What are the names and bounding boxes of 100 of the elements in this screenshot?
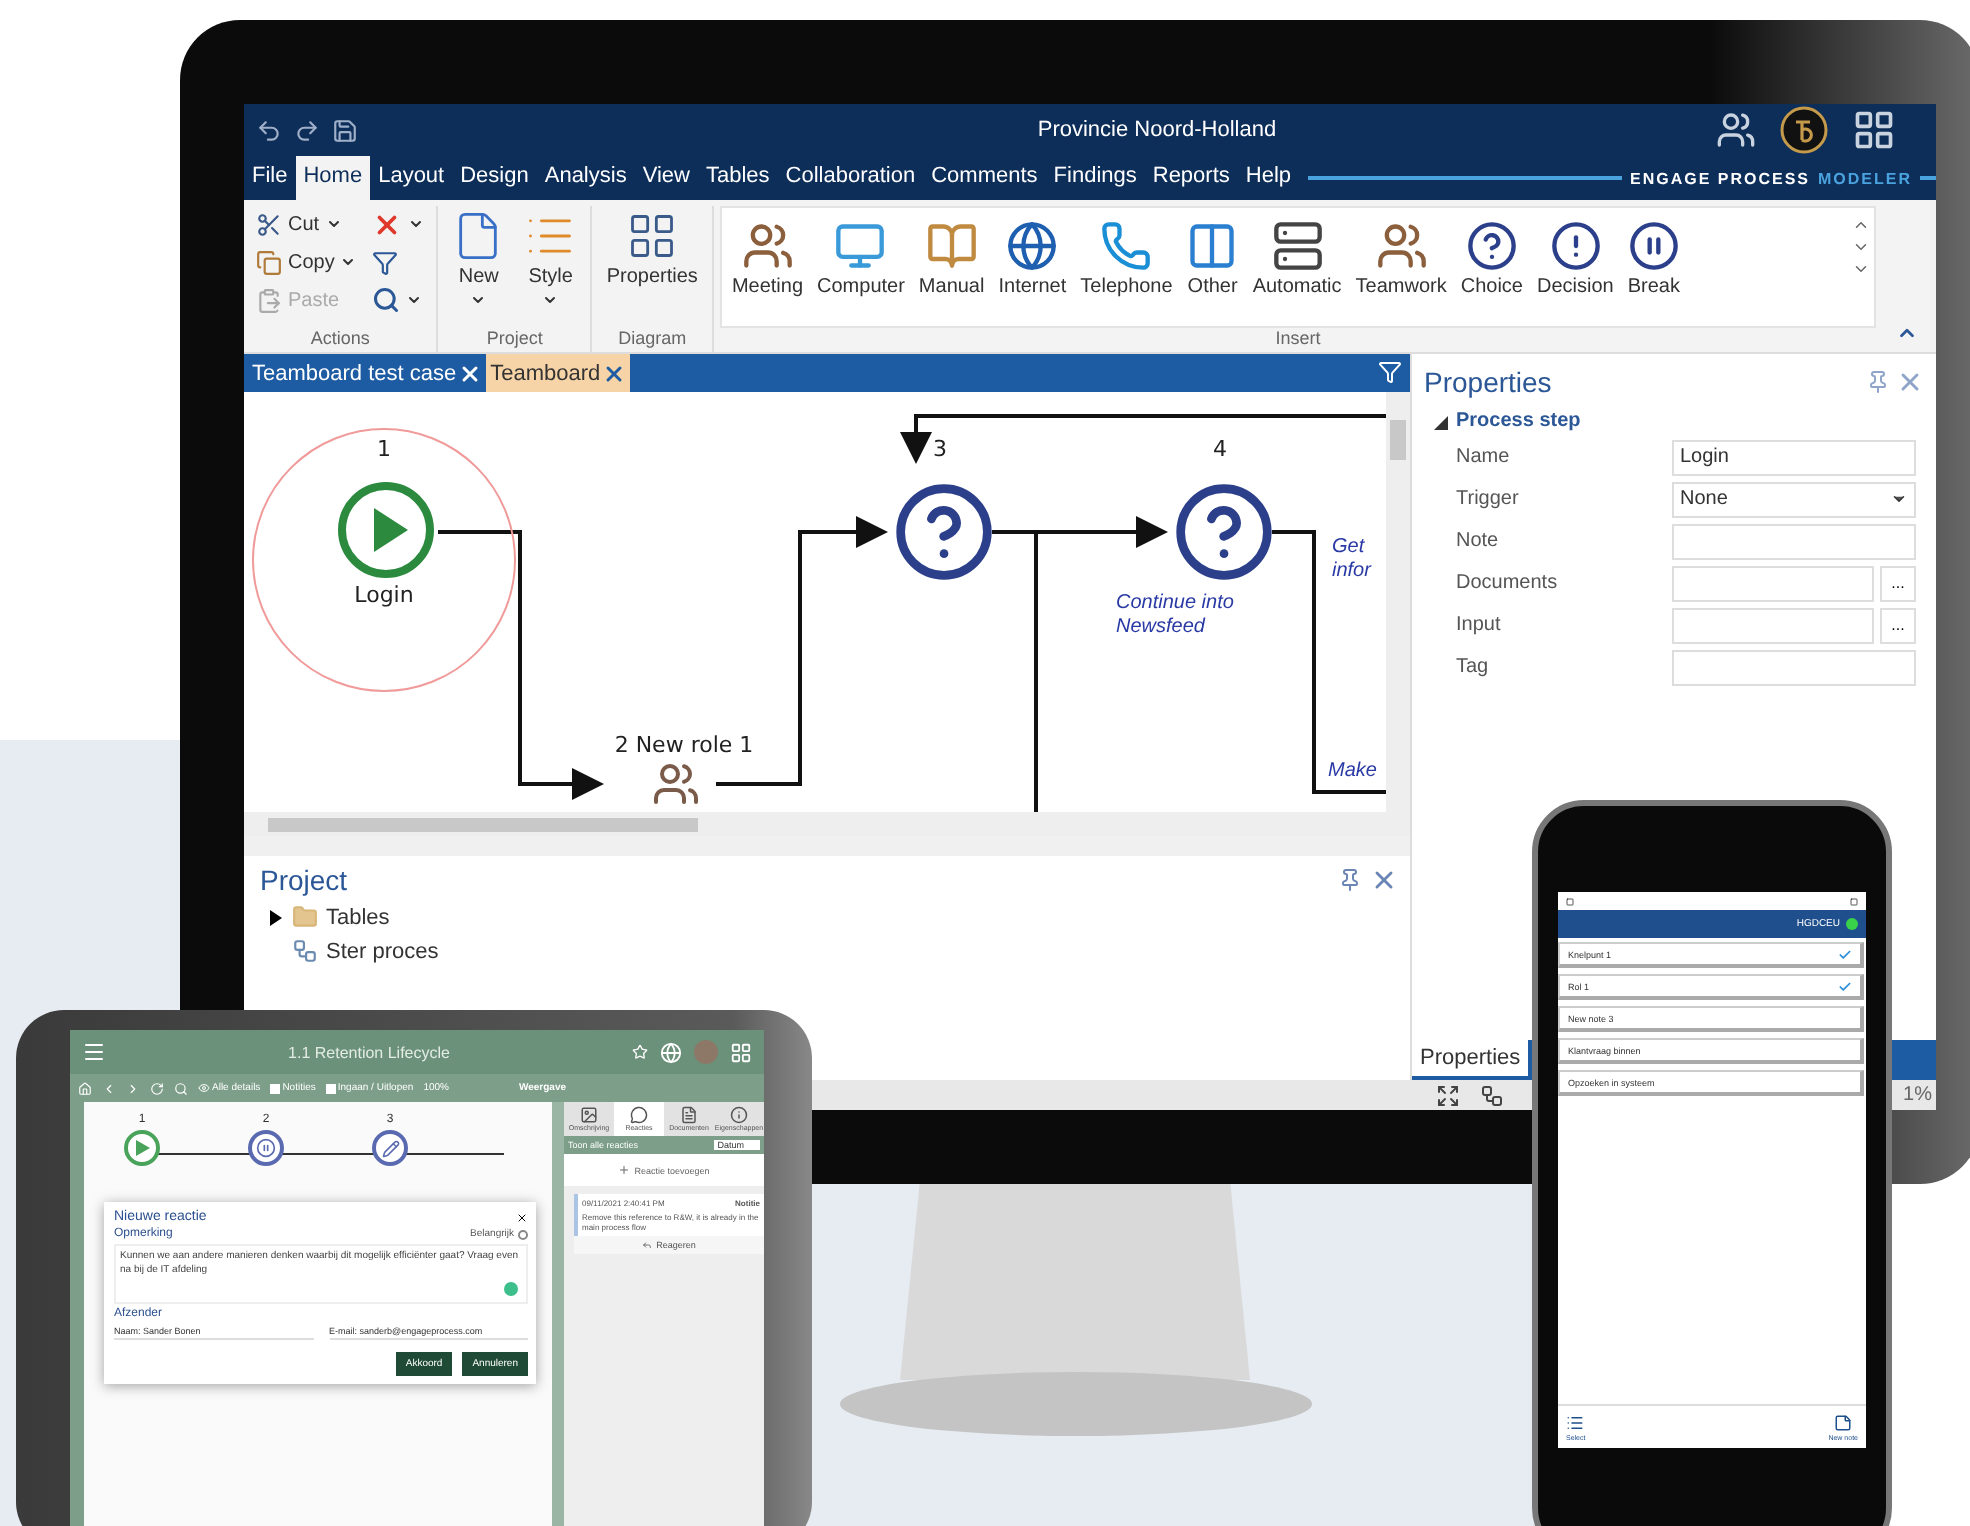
shape-button[interactable]: Computer <box>811 216 911 302</box>
question-icon[interactable] <box>892 480 996 584</box>
input-field[interactable]: Login <box>1672 439 1916 475</box>
panel-title: Properties <box>1424 366 1554 398</box>
panel-tab[interactable]: Properties <box>1412 1040 1529 1080</box>
pencil-icon <box>381 1139 399 1157</box>
ribbon-button[interactable]: Style <box>518 206 583 328</box>
menu-tab[interactable]: Findings <box>1045 156 1145 200</box>
play-icon <box>134 1140 150 1156</box>
step-note: Continue into Newsfeed <box>1116 592 1236 640</box>
scroll-down-icon[interactable] <box>1852 238 1870 256</box>
document-tab[interactable]: Teamboard <box>486 354 631 392</box>
refresh-icon[interactable] <box>150 1081 164 1095</box>
ribbon-button[interactable]: New <box>446 206 511 328</box>
ribbon-button[interactable]: Properties <box>600 206 704 328</box>
shape-button[interactable]: Manual <box>912 216 991 302</box>
step-node[interactable] <box>372 1130 408 1166</box>
menu-tab[interactable]: Collaboration <box>777 156 924 200</box>
shape-button[interactable]: Automatic <box>1246 216 1348 302</box>
input-field[interactable] <box>1672 523 1916 559</box>
menu-tab[interactable]: Design <box>452 156 537 200</box>
window-title: Provincie Noord-Holland <box>1035 118 1279 142</box>
group-title: Actions <box>308 328 372 352</box>
caret-icon <box>406 292 423 308</box>
play-icon[interactable] <box>336 480 436 580</box>
shape-button[interactable]: Telephone <box>1074 216 1179 302</box>
shape-button[interactable]: Decision <box>1531 216 1620 302</box>
people-icon[interactable] <box>652 760 700 808</box>
menu-tab[interactable]: Reports <box>1144 156 1238 200</box>
scroll-up-icon[interactable] <box>1852 216 1870 234</box>
shape-button[interactable]: Meeting <box>725 216 810 302</box>
undo-icon[interactable] <box>256 117 282 143</box>
close-icon[interactable] <box>516 1211 528 1223</box>
horizontal-scrollbar[interactable] <box>244 812 1410 836</box>
status-dot <box>1846 918 1858 930</box>
caret-icon <box>1890 490 1908 508</box>
save-icon[interactable] <box>332 117 358 143</box>
field-label: Name <box>1456 446 1512 468</box>
close-icon[interactable] <box>458 361 483 385</box>
grid-icon[interactable] <box>1852 108 1896 152</box>
forward-icon[interactable] <box>126 1081 140 1095</box>
input-field[interactable] <box>1672 607 1874 643</box>
shape-button[interactable]: Other <box>1180 216 1245 302</box>
shape-button[interactable]: Teamwork <box>1349 216 1453 302</box>
dropdown-icon[interactable] <box>1378 360 1402 384</box>
menu-tab[interactable]: Comments <box>923 156 1046 200</box>
menu-tab[interactable]: View <box>634 156 698 200</box>
search-icon[interactable] <box>174 1081 188 1095</box>
globe-icon <box>660 1041 682 1063</box>
expand-icon[interactable] <box>1852 260 1870 278</box>
question-icon <box>1465 220 1518 272</box>
panel-title: Project <box>260 864 350 896</box>
ribbon-button[interactable]: Copy <box>252 244 361 280</box>
people-icon <box>1716 110 1756 150</box>
step-node[interactable] <box>248 1130 284 1166</box>
pause-icon <box>1627 220 1680 272</box>
expand-arrow-icon[interactable] <box>268 909 284 925</box>
section-header[interactable]: Process step <box>1412 406 1936 436</box>
shape-button[interactable]: Break <box>1621 216 1686 302</box>
field-label: Trigger <box>1456 488 1521 510</box>
step-node[interactable] <box>124 1130 160 1166</box>
pin-icon[interactable] <box>1338 868 1362 892</box>
server-icon <box>1271 220 1324 272</box>
image-icon <box>580 1106 598 1124</box>
eye-icon <box>198 1082 210 1094</box>
star-icon[interactable] <box>632 1044 648 1060</box>
caret-icon <box>325 216 342 232</box>
menu-tab[interactable]: Home <box>295 156 371 200</box>
input-field[interactable] <box>1672 649 1916 685</box>
expand-arrow-icon[interactable] <box>1432 413 1448 429</box>
browse-button[interactable]: ... <box>1880 565 1916 601</box>
redo-icon[interactable] <box>294 117 320 143</box>
step-note: Make <box>1328 760 1379 784</box>
question-icon[interactable] <box>1172 480 1276 584</box>
browse-button[interactable]: ... <box>1880 607 1916 643</box>
home-icon[interactable] <box>78 1081 92 1095</box>
menu-tab[interactable]: Help <box>1237 156 1300 200</box>
dropdown-field[interactable]: None <box>1672 481 1916 517</box>
menu-icon[interactable] <box>82 1040 106 1064</box>
overview-icon[interactable] <box>1480 1083 1504 1107</box>
document-tab[interactable]: Teamboard test case <box>248 354 487 392</box>
menu-tab[interactable]: Tables <box>697 156 778 200</box>
menu-tab[interactable]: Analysis <box>536 156 635 200</box>
shape-button[interactable]: Internet <box>992 216 1073 302</box>
menu-tab[interactable]: File <box>244 156 296 200</box>
group-title: Project <box>484 328 545 352</box>
reply-icon <box>642 1240 653 1250</box>
menu-tab[interactable]: Layout <box>370 156 453 200</box>
vertical-scrollbar[interactable] <box>1386 392 1410 812</box>
input-field[interactable] <box>1672 565 1874 601</box>
fit-icon[interactable] <box>1436 1083 1460 1107</box>
brand-text: MODELER <box>1818 169 1912 187</box>
shape-button[interactable]: Choice <box>1454 216 1529 302</box>
back-icon[interactable] <box>102 1081 116 1095</box>
pin-icon[interactable] <box>1866 370 1890 394</box>
tree-item[interactable]: Tables <box>244 900 1410 934</box>
square-icon <box>1186 220 1239 272</box>
ribbon-button[interactable]: Cut <box>252 206 361 242</box>
tree-item[interactable]: Ster proces <box>244 934 1410 968</box>
caret-icon <box>542 292 559 308</box>
